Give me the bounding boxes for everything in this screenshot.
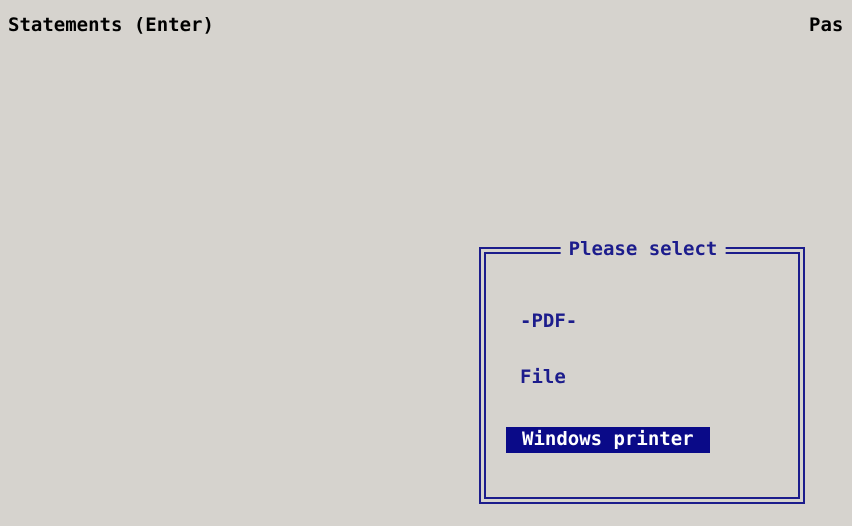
select-output-dialog: Please select -PDF- File Windows printer	[479, 238, 807, 508]
option-file[interactable]: File	[520, 366, 566, 388]
dialog-title: Please select	[560, 238, 726, 260]
status-right-label: Pas	[809, 14, 844, 36]
terminal-screen: Statements (Enter) Pas Please select -PD…	[0, 0, 852, 526]
statements-label: Statements (Enter)	[8, 14, 214, 36]
option-pdf[interactable]: -PDF-	[520, 310, 577, 332]
option-windows-printer[interactable]: Windows printer	[506, 427, 710, 453]
